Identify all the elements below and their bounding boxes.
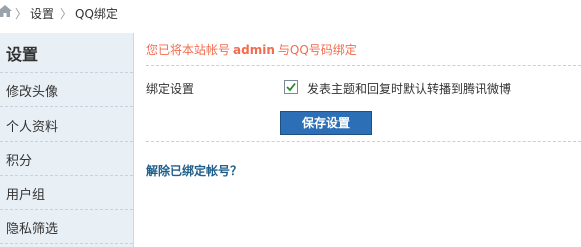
breadcrumb-separator: 〉 [15, 7, 28, 21]
notice-prefix: 您已将本站帐号 [146, 43, 231, 57]
account-name: admin [233, 43, 275, 57]
breadcrumb: 〉 设置 〉 QQ绑定 [0, 0, 581, 26]
check-icon [286, 82, 296, 92]
page: 〉 设置 〉 QQ绑定 设置 修改头像 个人资料 积分 用户组 隐私筛选 您已将… [0, 0, 581, 247]
sidebar-divider [0, 175, 133, 176]
breadcrumb-qq-bind: QQ绑定 [75, 7, 118, 21]
bind-notice: 您已将本站帐号 admin 与QQ号码绑定 [146, 41, 357, 58]
setting-label: 绑定设置 [146, 82, 195, 96]
sidebar-item-privacy[interactable]: 隐私筛选 [6, 218, 58, 237]
home-icon[interactable] [0, 4, 13, 18]
sidebar-item-credits[interactable]: 积分 [6, 150, 32, 169]
sidebar-item-usergroup[interactable]: 用户组 [6, 184, 45, 203]
sidebar-divider [0, 106, 133, 107]
repost-weibo-label[interactable]: 发表主题和回复时默认转播到腾讯微博 [307, 80, 511, 97]
sidebar: 设置 修改头像 个人资料 积分 用户组 隐私筛选 [0, 33, 134, 247]
save-settings-button[interactable]: 保存设置 [280, 111, 372, 135]
repost-weibo-checkbox[interactable] [284, 80, 298, 94]
section-divider [146, 141, 581, 142]
sidebar-item-avatar[interactable]: 修改头像 [6, 81, 58, 100]
sidebar-item-profile[interactable]: 个人资料 [6, 116, 58, 135]
unbind-account-link[interactable]: 解除已绑定帐号？ [146, 162, 242, 179]
breadcrumb-settings-link[interactable]: 设置 [30, 5, 54, 22]
section-divider [146, 65, 581, 66]
sidebar-divider [0, 209, 133, 210]
sidebar-title: 设置 [6, 45, 39, 64]
sidebar-divider [0, 243, 133, 244]
notice-suffix: 与QQ号码绑定 [277, 43, 357, 57]
sidebar-divider [0, 141, 133, 142]
main-content: 您已将本站帐号 admin 与QQ号码绑定 绑定设置 发表主题和回复时默认转播到腾讯… [134, 33, 581, 247]
breadcrumb-separator: 〉 [60, 7, 73, 21]
sidebar-divider [0, 72, 133, 73]
